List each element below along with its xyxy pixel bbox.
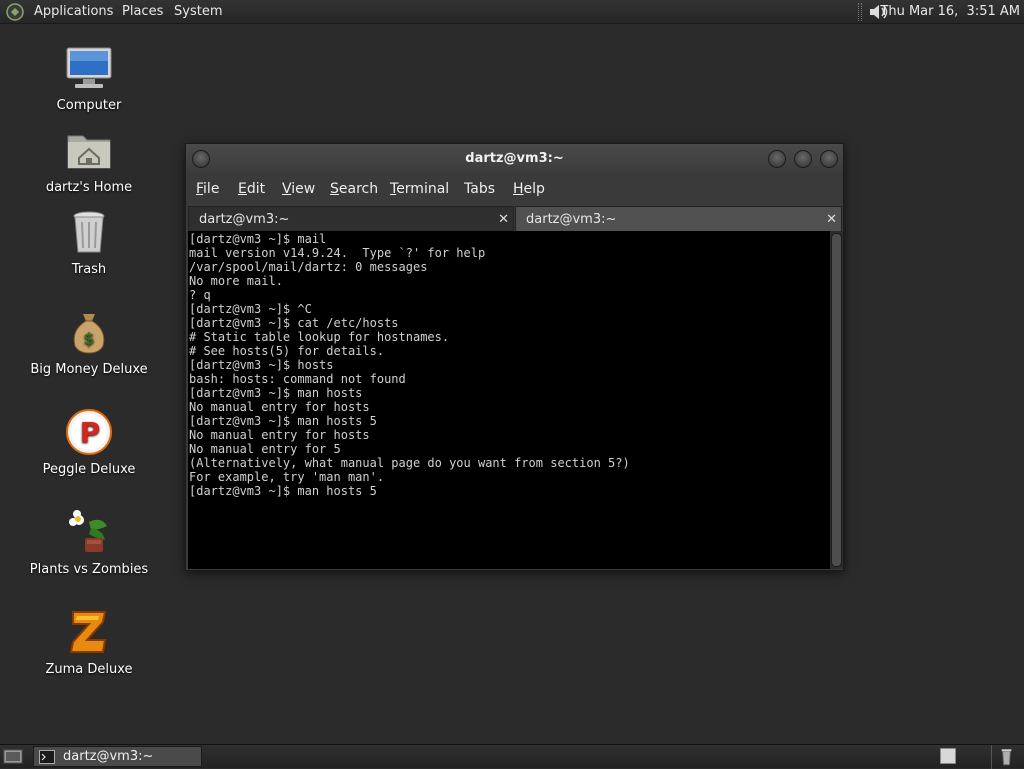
desktop-icon-label: Plants vs Zombies bbox=[29, 562, 149, 577]
distro-logo-icon[interactable] bbox=[6, 3, 24, 21]
taskbar-button-terminal[interactable]: dartz@vm3:~ bbox=[33, 746, 202, 767]
bottom-panel: dartz@vm3:~ bbox=[0, 744, 1024, 769]
menubar: File Edit View Search Terminal Tabs Help bbox=[186, 174, 843, 204]
minimize-button[interactable] bbox=[768, 150, 786, 168]
tab-label: dartz@vm3:~ bbox=[526, 212, 617, 227]
places-menu[interactable]: Places bbox=[122, 4, 163, 19]
window-menu-button[interactable] bbox=[192, 150, 210, 168]
desktop-icon-computer[interactable]: Computer bbox=[19, 44, 159, 113]
desktop-icon-label: Zuma Deluxe bbox=[45, 662, 133, 677]
maximize-button[interactable] bbox=[794, 150, 812, 168]
svg-text:P: P bbox=[80, 416, 101, 449]
terminal-icon bbox=[39, 750, 55, 764]
menu-help[interactable]: Help bbox=[513, 181, 545, 197]
desktop-icon-peggle[interactable]: P Peggle Deluxe bbox=[19, 408, 159, 477]
terminal-output-area[interactable]: [dartz@vm3 ~]$ mail mail version v14.9.2… bbox=[188, 231, 830, 569]
applications-menu[interactable]: Applications bbox=[34, 4, 113, 19]
trash-icon bbox=[73, 211, 105, 253]
terminal-window: dartz@vm3:~ File Edit View Search Termin… bbox=[185, 143, 844, 571]
window-titlebar[interactable]: dartz@vm3:~ bbox=[186, 144, 843, 174]
tab-label: dartz@vm3:~ bbox=[199, 212, 290, 227]
plants-vs-zombies-icon bbox=[69, 510, 107, 552]
window-title: dartz@vm3:~ bbox=[465, 151, 564, 166]
menu-tabs[interactable]: Tabs bbox=[464, 181, 495, 197]
taskbar-button-label: dartz@vm3:~ bbox=[63, 749, 154, 764]
close-icon[interactable]: ✕ bbox=[826, 207, 837, 232]
desktop-icon-label: Trash bbox=[71, 262, 107, 277]
system-menu[interactable]: System bbox=[174, 4, 222, 19]
desktop-icon-label: Computer bbox=[56, 98, 122, 113]
tab-2[interactable]: dartz@vm3:~ ✕ bbox=[515, 206, 842, 231]
terminal-output: [dartz@vm3 ~]$ mail mail version v14.9.2… bbox=[189, 232, 630, 498]
home-folder-icon bbox=[67, 135, 111, 169]
desktop-icon-big-money[interactable]: $ Big Money Deluxe bbox=[19, 308, 159, 377]
scrollbar-thumb[interactable] bbox=[831, 233, 842, 567]
desktop-icon-label: Big Money Deluxe bbox=[30, 362, 148, 377]
desktop-icon-home[interactable]: dartz's Home bbox=[19, 126, 159, 195]
desktop-icon-trash[interactable]: Trash bbox=[19, 208, 159, 277]
zuma-icon bbox=[69, 611, 107, 653]
scrollbar[interactable] bbox=[830, 231, 843, 569]
top-panel: Applications Places System Thu Mar 16, 3… bbox=[0, 0, 1024, 24]
tab-bar: dartz@vm3:~ ✕ dartz@vm3:~ ✕ bbox=[186, 204, 843, 231]
desktop-icon-label: Peggle Deluxe bbox=[42, 462, 136, 477]
menu-view[interactable]: View bbox=[282, 181, 315, 197]
menu-search[interactable]: Search bbox=[330, 181, 378, 197]
svg-text:$: $ bbox=[83, 329, 94, 348]
menu-file[interactable]: File bbox=[196, 181, 219, 197]
close-icon[interactable]: ✕ bbox=[498, 207, 509, 232]
show-desktop-icon[interactable] bbox=[3, 748, 23, 766]
desktop-icon-label: dartz's Home bbox=[45, 180, 133, 195]
money-bag-icon: $ bbox=[73, 314, 105, 354]
peggle-icon: P bbox=[66, 409, 112, 455]
tab-1[interactable]: dartz@vm3:~ ✕ bbox=[188, 206, 514, 231]
workspace-switcher[interactable] bbox=[940, 748, 956, 764]
desktop-icon-pvz[interactable]: Plants vs Zombies bbox=[19, 508, 159, 577]
panel-separator bbox=[858, 3, 862, 21]
desktop-icon-zuma[interactable]: Zuma Deluxe bbox=[19, 608, 159, 677]
computer-icon bbox=[66, 47, 112, 88]
clock[interactable]: Thu Mar 16, 3:51 AM bbox=[880, 4, 1020, 19]
menu-terminal[interactable]: Terminal bbox=[390, 181, 449, 197]
trash-applet-icon[interactable] bbox=[991, 745, 1021, 769]
close-button[interactable] bbox=[820, 150, 838, 168]
menu-edit[interactable]: Edit bbox=[238, 181, 265, 197]
